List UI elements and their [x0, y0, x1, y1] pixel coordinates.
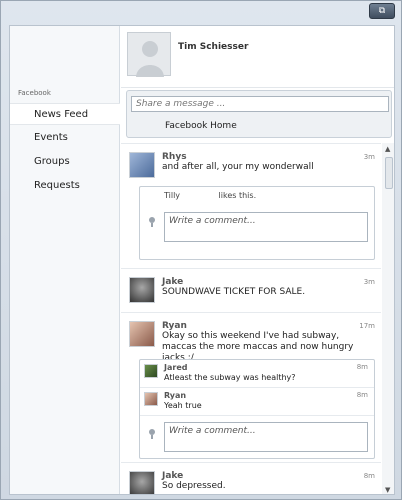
default-avatar-icon	[136, 41, 164, 77]
post-time: 3m	[363, 153, 375, 161]
post-text: So depressed.	[162, 481, 226, 491]
feed-scrollbar[interactable]: ▲ ▼	[382, 143, 394, 494]
sidebar-heading: Facebook	[18, 89, 51, 97]
comment: Jared 8m Atleast the subway was healthy?	[140, 360, 374, 388]
profile-header: Tim Schiesser	[121, 26, 394, 88]
comment-icon	[148, 429, 156, 439]
client-area: Facebook News Feed Events Groups Request…	[9, 25, 395, 495]
post-rhys: Rhys 3m and after all, your my wonderwal…	[121, 143, 381, 268]
avatar[interactable]	[129, 277, 155, 303]
profile-avatar[interactable]	[127, 32, 171, 77]
post-jake-2: Jake 8m So depressed.	[121, 462, 381, 494]
title-bar: ⧉	[1, 1, 401, 25]
comment-panel: Tilly likes this. Write a comment...	[139, 186, 375, 260]
news-feed: Rhys 3m and after all, your my wonderwal…	[121, 143, 381, 494]
comment-time: 8m	[356, 391, 368, 399]
comment-text: Atleast the subway was healthy?	[164, 373, 296, 382]
sidebar-item-groups[interactable]: Groups	[10, 151, 120, 173]
post-jake: Jake 3m SOUNDWAVE TICKET FOR SALE.	[121, 268, 381, 312]
post-time: 8m	[363, 472, 375, 480]
profile-name[interactable]: Tim Schiesser	[178, 42, 248, 52]
scroll-thumb[interactable]	[385, 157, 393, 189]
likes-row: Tilly likes this.	[164, 191, 256, 200]
post-ryan: Ryan 17m Okay so this weekend I've had s…	[121, 312, 381, 462]
post-time: 3m	[363, 278, 375, 286]
avatar[interactable]	[144, 364, 158, 378]
sidebar-item-events[interactable]: Events	[10, 127, 120, 149]
post-author[interactable]: Rhys	[162, 152, 187, 162]
post-author[interactable]: Jake	[162, 277, 183, 287]
comment-input[interactable]: Write a comment...	[164, 422, 368, 452]
scroll-up-icon[interactable]: ▲	[385, 145, 390, 153]
post-author[interactable]: Ryan	[162, 321, 187, 331]
likes-suffix: likes this.	[218, 191, 257, 200]
comment-time: 8m	[356, 363, 368, 371]
post-time: 17m	[359, 322, 375, 330]
comment-text: Yeah true	[164, 401, 202, 410]
avatar[interactable]	[144, 392, 158, 406]
sidebar-item-news-feed[interactable]: News Feed	[10, 103, 120, 125]
avatar[interactable]	[129, 471, 155, 494]
main-panel: Tim Schiesser Facebook Home Rhys 3m and …	[121, 26, 394, 494]
comment-panel: Jared 8m Atleast the subway was healthy?…	[139, 359, 375, 459]
post-author[interactable]: Jake	[162, 471, 183, 481]
post-text: SOUNDWAVE TICKET FOR SALE.	[162, 287, 306, 297]
share-message-input[interactable]	[131, 96, 389, 112]
avatar[interactable]	[129, 152, 155, 178]
sidebar: Facebook News Feed Events Groups Request…	[10, 26, 120, 494]
share-target[interactable]: Facebook Home	[165, 121, 237, 131]
restore-window-button[interactable]: ⧉	[369, 3, 395, 19]
sidebar-item-requests[interactable]: Requests	[10, 175, 120, 197]
app-window: ⧉ Facebook News Feed Events Groups Reque…	[0, 0, 402, 500]
comment-icon	[148, 217, 156, 227]
liker-name[interactable]: Tilly	[164, 191, 216, 200]
post-text: and after all, your my wonderwall	[162, 162, 314, 172]
comment-input[interactable]: Write a comment...	[164, 212, 368, 242]
share-panel: Facebook Home	[126, 90, 392, 138]
comment: Ryan 8m Yeah true	[140, 388, 374, 416]
comment-author[interactable]: Ryan	[164, 391, 186, 400]
avatar[interactable]	[129, 321, 155, 347]
scroll-down-icon[interactable]: ▼	[385, 486, 390, 494]
restore-window-icon: ⧉	[378, 6, 386, 16]
comment-author[interactable]: Jared	[164, 363, 187, 372]
